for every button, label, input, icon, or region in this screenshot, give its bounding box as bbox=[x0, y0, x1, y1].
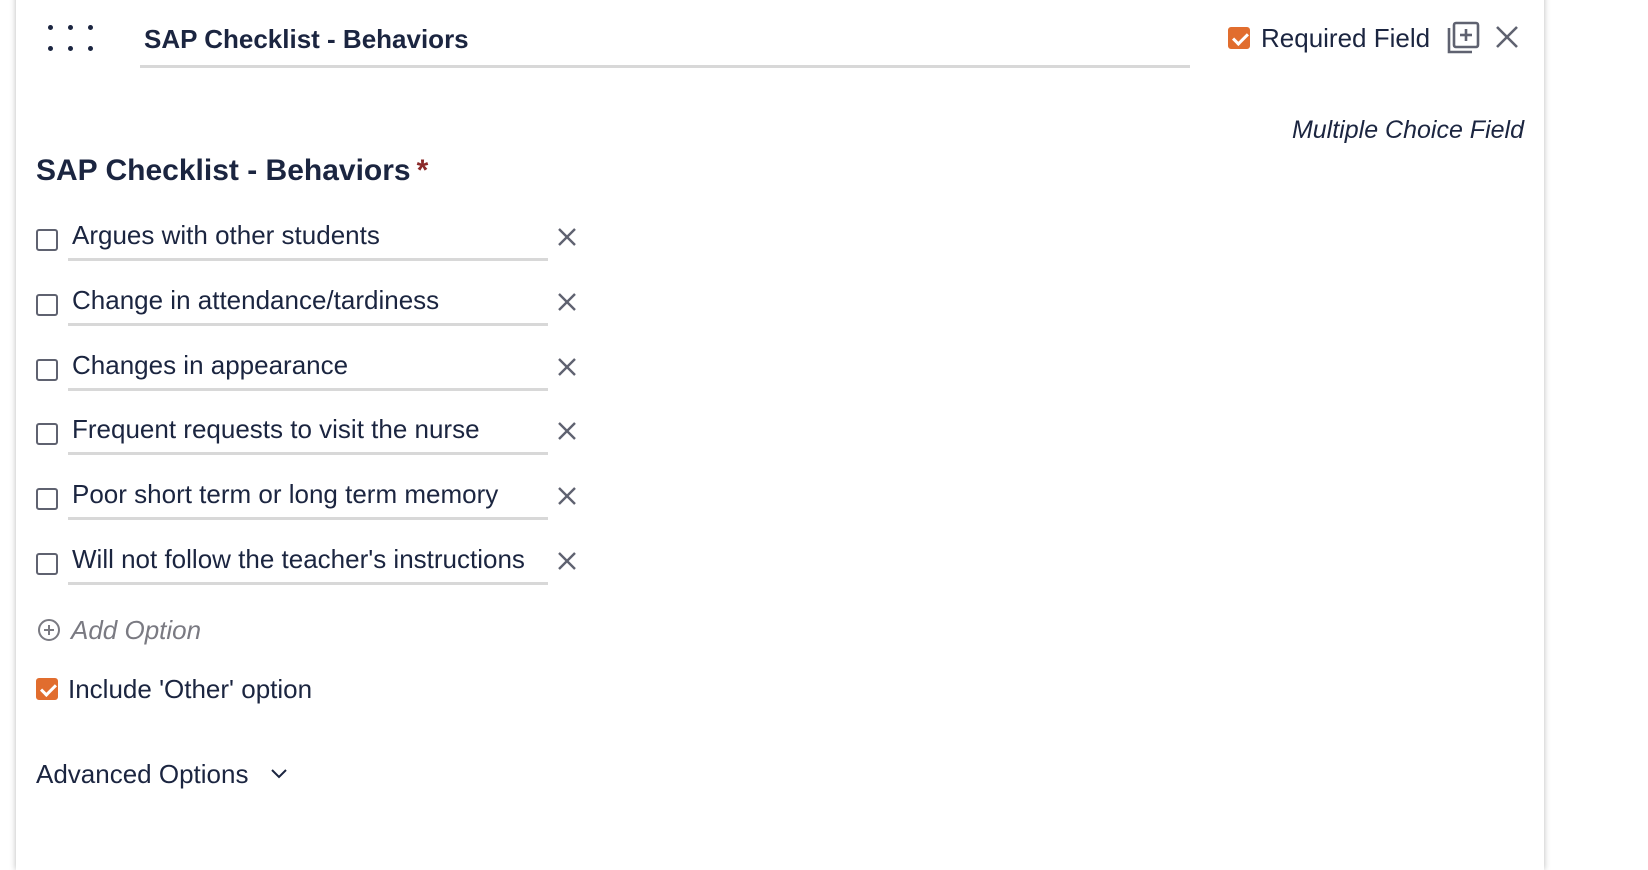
include-other-label: Include 'Other' option bbox=[68, 673, 313, 704]
field-preview-heading: SAP Checklist - Behaviors * bbox=[36, 154, 428, 188]
option-row bbox=[36, 212, 596, 262]
option-checkbox[interactable] bbox=[36, 423, 58, 445]
option-label-input[interactable] bbox=[68, 277, 548, 326]
option-row bbox=[36, 342, 596, 392]
option-checkbox[interactable] bbox=[36, 553, 58, 575]
required-field-label: Required Field bbox=[1261, 22, 1431, 53]
add-option-label: Add Option bbox=[71, 614, 202, 645]
required-asterisk: * bbox=[416, 154, 429, 187]
remove-option-icon[interactable] bbox=[556, 291, 578, 313]
include-other-toggle[interactable]: Include 'Other' option bbox=[36, 672, 312, 706]
duplicate-icon[interactable] bbox=[1445, 20, 1481, 56]
option-label-input[interactable] bbox=[68, 471, 548, 520]
option-checkbox[interactable] bbox=[36, 294, 58, 316]
field-type-label: Multiple Choice Field bbox=[1291, 116, 1524, 144]
field-heading-text: SAP Checklist - Behaviors bbox=[36, 154, 411, 187]
advanced-options-toggle[interactable]: Advanced Options bbox=[36, 756, 288, 792]
remove-option-icon[interactable] bbox=[556, 420, 578, 442]
remove-option-icon[interactable] bbox=[556, 485, 578, 507]
option-checkbox[interactable] bbox=[36, 488, 58, 510]
option-checkbox[interactable] bbox=[36, 229, 58, 251]
add-option-button[interactable]: Add Option bbox=[37, 612, 201, 648]
drag-handle-icon[interactable] bbox=[46, 22, 96, 54]
remove-option-icon[interactable] bbox=[556, 226, 578, 248]
option-label-input[interactable] bbox=[68, 406, 548, 455]
option-checkbox[interactable] bbox=[36, 359, 58, 381]
option-label-input[interactable] bbox=[68, 212, 548, 261]
field-title-input[interactable] bbox=[140, 14, 1190, 68]
include-other-checkbox[interactable] bbox=[36, 678, 58, 700]
option-label-input[interactable] bbox=[68, 536, 548, 585]
option-row bbox=[36, 277, 596, 327]
close-icon[interactable] bbox=[1494, 24, 1520, 50]
option-label-input[interactable] bbox=[68, 342, 548, 391]
chevron-down-icon bbox=[271, 769, 288, 779]
required-field-toggle[interactable]: Required Field bbox=[1228, 22, 1430, 54]
option-row bbox=[36, 406, 596, 456]
plus-circle-icon bbox=[38, 619, 60, 641]
option-row bbox=[36, 471, 596, 521]
required-field-checkbox[interactable] bbox=[1228, 27, 1250, 49]
advanced-options-label: Advanced Options bbox=[36, 758, 249, 789]
remove-option-icon[interactable] bbox=[556, 356, 578, 378]
remove-option-icon[interactable] bbox=[556, 550, 578, 572]
option-row bbox=[36, 536, 596, 586]
